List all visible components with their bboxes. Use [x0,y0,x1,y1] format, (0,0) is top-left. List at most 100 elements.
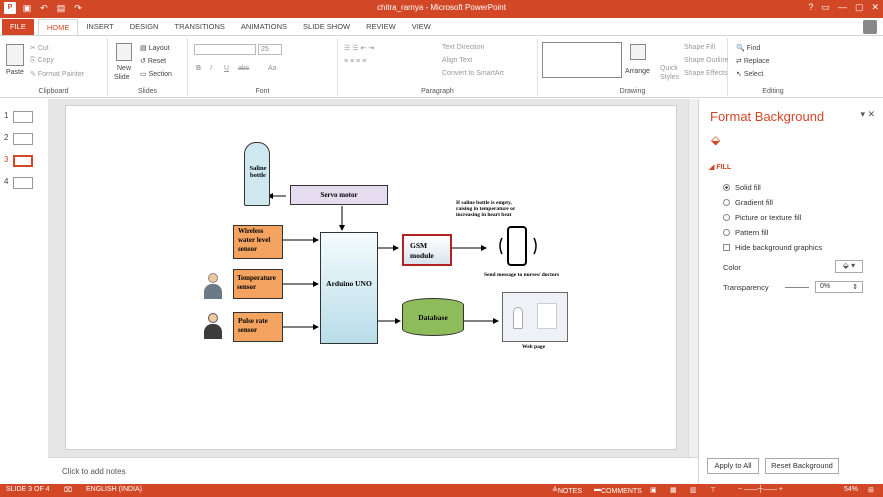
paste-icon[interactable] [6,44,24,66]
text-direction-button[interactable]: Text Direction [442,44,484,51]
font-size-field[interactable]: 25 [258,44,282,55]
doctor-figure-icon [513,307,523,329]
shape-outline-button[interactable]: Shape Outline [684,57,728,64]
ribbon-display-icon[interactable]: ▭ [821,2,830,13]
pane-title: Format Background [710,109,825,124]
section-button[interactable]: ▭ Section [140,70,172,78]
transparency-value-field[interactable]: 0% ⇕ [815,281,863,293]
solid-fill-label: Solid fill [735,183,761,192]
tab-home[interactable]: HOME [37,19,79,35]
pane-controls[interactable]: ▾ ✕ [860,109,875,120]
normal-view-icon[interactable]: ▣ [650,486,657,494]
thumbnail-4[interactable]: 4 [4,177,44,189]
radio [723,229,730,236]
paste-button[interactable]: Paste [6,69,24,76]
shape-effects-button[interactable]: Shape Effects [684,70,727,77]
notes-placeholder: Click to add notes [62,467,126,476]
align-buttons[interactable]: ≡ ≡ ≡ ≡ [344,58,366,65]
notes-pane[interactable]: Click to add notes [48,457,698,484]
notes-button[interactable]: ≜ NOTES [552,486,582,495]
tab-transitions[interactable]: TRANSITIONS [166,19,232,35]
copy-label: Copy [37,57,54,64]
shape-fill-button[interactable]: Shape Fill [684,44,715,51]
gradient-fill-option[interactable]: Gradient fill [723,198,773,207]
select-button[interactable]: ↖ Select [736,70,763,78]
fit-slide-icon[interactable]: ⊞ [868,486,874,494]
align-text-button[interactable]: Align Text [442,57,472,64]
tab-review[interactable]: REVIEW [358,19,404,35]
transparency-slider[interactable] [785,287,809,288]
italic-button[interactable]: I [210,65,212,72]
apply-to-all-button[interactable]: Apply to All [707,458,759,474]
tab-insert[interactable]: INSERT [78,19,121,35]
picture-fill-option[interactable]: Picture or texture fill [723,213,801,222]
thumbnail-3[interactable]: 3 [4,155,44,167]
bullets-button[interactable]: ☰ ☰ ⇤ ⇥ [344,44,374,52]
tab-file[interactable]: FILE [2,19,34,35]
format-painter-button[interactable]: ✎ Format Painter [30,70,84,78]
thumbnail-number: 4 [4,177,9,186]
thumbnail-image [13,111,33,123]
reset-background-button[interactable]: Reset Background [765,458,839,474]
quick-styles-button[interactable]: Quick [660,65,678,72]
database-label: Database [418,313,448,322]
pulse-sensor-box: Pulse rate sensor [233,312,283,342]
help-icon[interactable]: ? [808,2,813,13]
reading-view-icon[interactable]: ▥ [690,486,697,494]
comments-button[interactable]: ▬ COMMENTS [594,486,642,495]
copy-button[interactable]: ⎘ Copy [30,57,54,65]
gradient-fill-label: Gradient fill [735,198,773,207]
zoom-slider[interactable]: − ——┼—— + [738,486,783,493]
new-slide-button[interactable]: New [117,65,131,72]
vertical-scrollbar[interactable] [688,99,698,457]
layout-button[interactable]: ▤ Layout [140,44,170,52]
fill-section-header[interactable]: ◢ FILL [709,163,731,171]
tab-slide-show[interactable]: SLIDE SHOW [295,19,358,35]
thumbnail-1[interactable]: 1 [4,111,44,123]
transparency-value: 0% [820,283,831,290]
find-button[interactable]: 🔍 Find [736,44,760,52]
slideshow-icon[interactable]: ⊤ [710,486,716,494]
editing-group: 🔍 Find ⇄ Replace ↖ Select Editing [728,38,818,96]
thumbnail-number: 2 [4,133,9,142]
cut-button[interactable]: ✂ Cut [30,44,49,52]
user-avatar[interactable] [863,20,877,34]
slide[interactable]: Saline bottle Servo motor Wireless water… [65,105,677,450]
comments-label: COMMENTS [601,488,642,495]
tab-design[interactable]: DESIGN [122,19,167,35]
underline-button[interactable]: U [224,65,229,72]
fill-bucket-icon[interactable]: ⬙ [711,133,720,147]
arrange-icon[interactable] [630,44,646,60]
convert-smartart-button[interactable]: Convert to SmartArt [442,70,504,77]
spelling-icon[interactable]: ⌧ [64,486,72,494]
arrange-button[interactable]: Arrange [625,68,650,75]
drawing-group: Arrange Quick Styles Shape Fill Shape Ou… [538,38,728,96]
zoom-level[interactable]: 54% [844,486,858,493]
tab-view[interactable]: VIEW [404,19,439,35]
radio-selected [723,184,730,191]
shapes-gallery[interactable] [542,42,622,78]
replace-button[interactable]: ⇄ Replace [736,57,770,65]
solid-fill-option[interactable]: Solid fill [723,183,761,192]
close-icon[interactable]: ✕ [871,2,879,13]
font-name-field[interactable] [194,44,256,55]
pattern-fill-option[interactable]: Pattern fill [723,228,768,237]
change-case-button[interactable]: Aa [268,65,277,72]
color-picker-button[interactable]: ⬙ ▾ [835,260,863,273]
pattern-fill-label: Pattern fill [735,228,769,237]
bold-button[interactable]: B [196,65,201,72]
reset-button[interactable]: ↺ Reset [140,57,166,65]
reset-label: Reset [147,58,167,65]
clipboard-group: Paste ✂ Cut ⎘ Copy ✎ Format Painter Clip… [0,38,108,96]
strikethrough-button[interactable]: abc [238,65,249,72]
hide-bg-graphics-checkbox[interactable]: Hide background graphics [723,243,822,252]
thumbnail-2[interactable]: 2 [4,133,44,145]
thumbnail-number: 3 [4,155,9,164]
minimize-icon[interactable]: — [838,2,847,13]
maximize-icon[interactable]: ▢ [855,2,864,13]
language-indicator[interactable]: ENGLISH (INDIA) [86,486,142,493]
tab-animations[interactable]: ANIMATIONS [233,19,295,35]
slide-sorter-icon[interactable]: ▦ [670,486,677,494]
new-slide-icon[interactable] [116,43,132,61]
saline-bottle: Saline bottle [244,142,270,206]
